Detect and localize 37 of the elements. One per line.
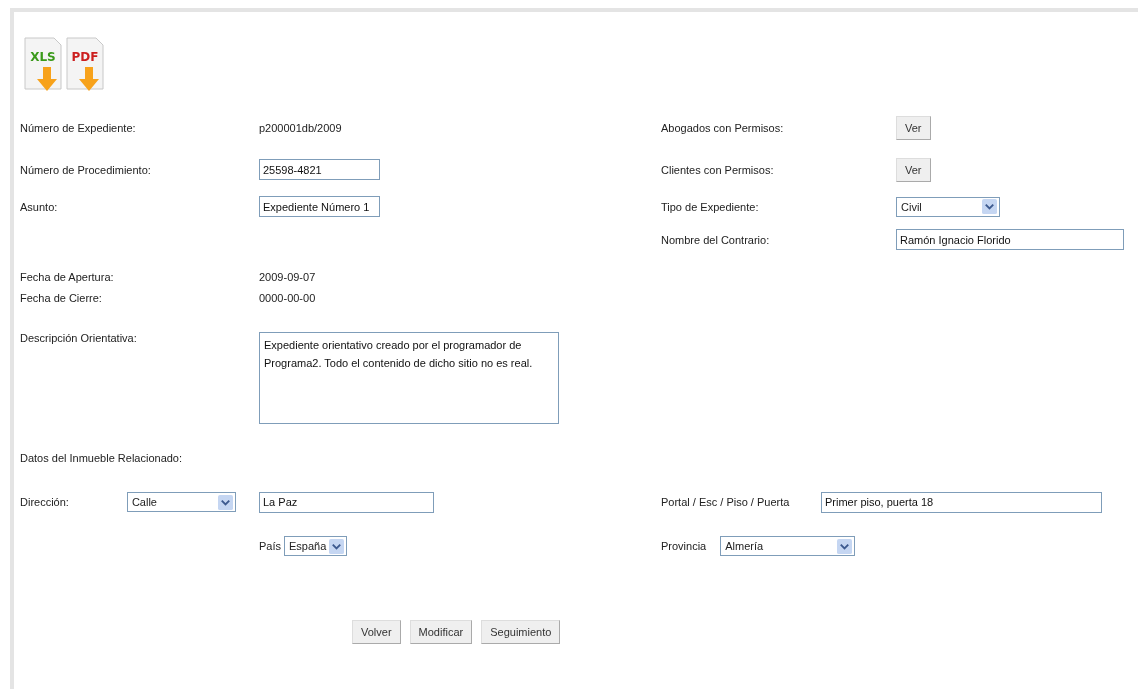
field-label: Tipo de Expediente: bbox=[661, 200, 759, 213]
text-field[interactable]: 25598-4821 bbox=[259, 159, 380, 180]
field-value: 2009-09-07 bbox=[259, 270, 316, 283]
field-label: Clientes con Permisos: bbox=[661, 163, 774, 176]
form-button[interactable]: Modificar bbox=[409, 620, 473, 644]
field-label: Abogados con Permisos: bbox=[661, 122, 784, 134]
view-button[interactable]: Ver bbox=[896, 157, 931, 182]
dropdown[interactable]: Civil bbox=[896, 196, 1000, 217]
field-label: Asunto: bbox=[20, 200, 58, 213]
description-field[interactable]: Expediente orientativo creado por el programador de Programa2. Todo el contenido de dicho sitio no es real. bbox=[259, 332, 559, 424]
field-value: 0000-00-00 bbox=[259, 291, 316, 304]
field-label: Dirección: bbox=[20, 496, 69, 508]
text-field[interactable]: Ramón Ignacio Florido bbox=[896, 229, 1124, 250]
field-label: Nombre del Contrario: bbox=[661, 233, 770, 246]
chevron-down-icon bbox=[982, 199, 997, 214]
field-label: Portal / Esc / Piso / Puerta bbox=[661, 496, 790, 508]
chevron-down-icon bbox=[217, 494, 233, 510]
field-label: Descripción Orientativa: bbox=[20, 332, 137, 344]
dropdown[interactable]: España bbox=[284, 536, 347, 556]
text-field[interactable]: Expediente Número 1 bbox=[259, 196, 380, 217]
field-label: Fecha de Apertura: bbox=[20, 270, 114, 283]
form-button[interactable]: Volver bbox=[352, 620, 401, 644]
field-label: Provincia bbox=[661, 540, 707, 552]
dropdown[interactable]: Calle bbox=[126, 492, 236, 512]
field-label: Fecha de Cierre: bbox=[20, 291, 102, 304]
chevron-down-icon bbox=[837, 538, 853, 554]
section-heading: Datos del Inmueble Relacionado: bbox=[20, 452, 183, 464]
chevron-down-icon bbox=[329, 538, 344, 554]
field-value: p200001db/2009 bbox=[259, 122, 342, 134]
field-label: Número de Expediente: bbox=[20, 122, 136, 134]
text-field[interactable]: Primer piso, puerta 18 bbox=[821, 491, 1102, 513]
view-button[interactable]: Ver bbox=[896, 116, 931, 140]
field-label: Número de Procedimiento: bbox=[20, 163, 151, 176]
form-button[interactable]: Seguimiento bbox=[481, 620, 561, 644]
field-label: País bbox=[259, 540, 281, 552]
text-field[interactable]: La Paz bbox=[259, 491, 434, 513]
dropdown[interactable]: Almería bbox=[720, 536, 856, 556]
